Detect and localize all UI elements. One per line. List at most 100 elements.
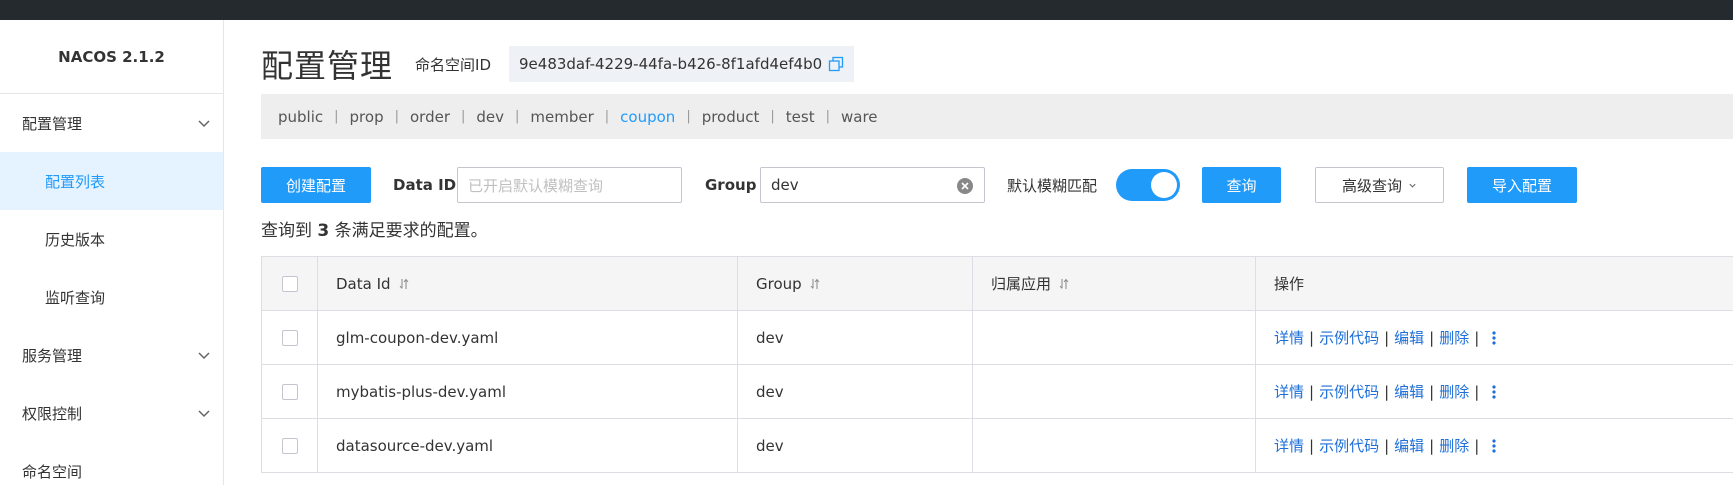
namespace-tab-test[interactable]: test bbox=[786, 108, 815, 126]
dataid-search-input[interactable]: 已开启默认模糊查询 bbox=[457, 167, 682, 203]
sort-icon[interactable] bbox=[810, 278, 820, 290]
cell-actions: 详情 | 示例代码 | 编辑 | 删除 | bbox=[1256, 365, 1733, 418]
advanced-query-button[interactable]: 高级查询 bbox=[1315, 167, 1444, 203]
header-group[interactable]: Group bbox=[738, 257, 973, 310]
fuzzy-match-toggle[interactable] bbox=[1116, 169, 1180, 201]
namespace-tab-order[interactable]: order bbox=[410, 108, 450, 126]
delete-link[interactable]: 删除 bbox=[1439, 327, 1469, 348]
action-separator: | bbox=[1309, 382, 1315, 401]
cell-actions: 详情 | 示例代码 | 编辑 | 删除 | bbox=[1256, 419, 1733, 472]
header-dataid[interactable]: Data Id bbox=[318, 257, 738, 310]
delete-link[interactable]: 删除 bbox=[1439, 435, 1469, 456]
namespace-id-value: 9e483daf-4229-44fa-b426-8f1afd4ef4b0 bbox=[519, 55, 823, 73]
query-result-text: 查询到 3 条满足要求的配置。 bbox=[261, 216, 488, 241]
sidebar-group-label: 权限控制 bbox=[22, 404, 83, 423]
cell-dataid: glm-coupon-dev.yaml bbox=[318, 311, 738, 364]
detail-link[interactable]: 详情 bbox=[1274, 435, 1304, 456]
action-separator: | bbox=[1474, 436, 1480, 455]
row-checkbox[interactable] bbox=[281, 329, 298, 346]
toggle-knob bbox=[1151, 172, 1177, 198]
more-vertical-icon[interactable] bbox=[1492, 330, 1496, 345]
select-all-checkbox[interactable] bbox=[281, 275, 298, 292]
cell-group: dev bbox=[738, 311, 973, 364]
sample-code-link[interactable]: 示例代码 bbox=[1319, 435, 1379, 456]
sidebar-item-history[interactable]: 历史版本 bbox=[0, 210, 223, 268]
top-bar bbox=[0, 0, 1733, 20]
action-separator: | bbox=[1429, 436, 1435, 455]
edit-link[interactable]: 编辑 bbox=[1394, 327, 1424, 348]
brand-logo: NACOS 2.1.2 bbox=[0, 20, 223, 94]
config-table: Data Id Group 归属应用 操作 glm-coupon-dev.yam… bbox=[261, 256, 1733, 473]
namespace-separator: | bbox=[770, 109, 775, 124]
cell-dataid: mybatis-plus-dev.yaml bbox=[318, 365, 738, 418]
sidebar: NACOS 2.1.2 配置管理 配置列表 历史版本 监听查询 服务管理 权限控… bbox=[0, 20, 224, 485]
sidebar-group-service[interactable]: 服务管理 bbox=[0, 326, 223, 384]
namespace-tab-member[interactable]: member bbox=[530, 108, 593, 126]
create-config-button[interactable]: 创建配置 bbox=[261, 167, 371, 203]
sort-icon[interactable] bbox=[1059, 278, 1069, 290]
namespace-tab-prop[interactable]: prop bbox=[350, 108, 384, 126]
namespace-tab-dev[interactable]: dev bbox=[476, 108, 504, 126]
header-label: 操作 bbox=[1274, 275, 1305, 293]
namespace-tab-public[interactable]: public bbox=[278, 108, 323, 126]
namespace-separator: | bbox=[334, 109, 339, 124]
group-input[interactable]: dev bbox=[760, 167, 985, 203]
clear-icon[interactable] bbox=[956, 177, 974, 195]
action-separator: | bbox=[1384, 382, 1390, 401]
sample-code-link[interactable]: 示例代码 bbox=[1319, 381, 1379, 402]
chevron-down-icon bbox=[198, 410, 210, 418]
namespace-separator: | bbox=[394, 109, 399, 124]
sample-code-link[interactable]: 示例代码 bbox=[1319, 327, 1379, 348]
edit-link[interactable]: 编辑 bbox=[1394, 435, 1424, 456]
cell-dataid: datasource-dev.yaml bbox=[318, 419, 738, 472]
search-toolbar: 创建配置 Data ID 已开启默认模糊查询 Group dev 默认模糊匹配 … bbox=[261, 167, 1733, 203]
header-label: Data Id bbox=[336, 274, 391, 293]
row-checkbox-cell bbox=[261, 311, 318, 364]
row-checkbox-cell bbox=[261, 419, 318, 472]
action-separator: | bbox=[1384, 436, 1390, 455]
table-header-row: Data Id Group 归属应用 操作 bbox=[261, 257, 1733, 311]
more-vertical-icon[interactable] bbox=[1492, 384, 1496, 399]
chevron-down-icon bbox=[198, 120, 210, 128]
header-checkbox-cell bbox=[261, 257, 318, 310]
sidebar-group-auth[interactable]: 权限控制 bbox=[0, 384, 223, 442]
sidebar-item-listener[interactable]: 监听查询 bbox=[0, 268, 223, 326]
page-title: 配置管理 bbox=[261, 47, 394, 85]
namespace-tab-product[interactable]: product bbox=[702, 108, 760, 126]
result-prefix: 查询到 bbox=[261, 221, 318, 241]
import-config-button[interactable]: 导入配置 bbox=[1467, 167, 1577, 203]
namespace-tab-ware[interactable]: ware bbox=[841, 108, 878, 126]
row-checkbox[interactable] bbox=[281, 383, 298, 400]
table-row: datasource-dev.yaml dev 详情 | 示例代码 | 编辑 | 删除… bbox=[261, 419, 1733, 473]
sort-icon[interactable] bbox=[399, 278, 409, 290]
action-separator: | bbox=[1309, 328, 1315, 347]
sidebar-item-config-list[interactable]: 配置列表 bbox=[0, 152, 223, 210]
header-app[interactable]: 归属应用 bbox=[973, 257, 1256, 310]
dataid-label: Data ID bbox=[393, 176, 457, 194]
sidebar-group-label: 命名空间 bbox=[22, 462, 83, 481]
namespace-id-label: 命名空间ID bbox=[415, 55, 491, 74]
query-button[interactable]: 查询 bbox=[1202, 167, 1281, 203]
cell-app bbox=[973, 365, 1256, 418]
copy-icon[interactable] bbox=[828, 56, 844, 72]
chevron-down-icon bbox=[1409, 183, 1416, 188]
sidebar-group-config[interactable]: 配置管理 bbox=[0, 94, 223, 152]
action-separator: | bbox=[1474, 328, 1480, 347]
action-separator: | bbox=[1384, 328, 1390, 347]
more-vertical-icon[interactable] bbox=[1492, 438, 1496, 453]
action-separator: | bbox=[1309, 436, 1315, 455]
cell-actions: 详情 | 示例代码 | 编辑 | 删除 | bbox=[1256, 311, 1733, 364]
sidebar-group-label: 配置管理 bbox=[22, 114, 83, 133]
detail-link[interactable]: 详情 bbox=[1274, 327, 1304, 348]
action-separator: | bbox=[1474, 382, 1480, 401]
group-label: Group bbox=[705, 176, 757, 194]
table-row: glm-coupon-dev.yaml dev 详情 | 示例代码 | 编辑 | 删除… bbox=[261, 311, 1733, 365]
sidebar-group-namespace[interactable]: 命名空间 bbox=[0, 442, 223, 485]
namespace-tab-coupon[interactable]: coupon bbox=[620, 108, 675, 126]
header-label: 归属应用 bbox=[991, 275, 1052, 293]
delete-link[interactable]: 删除 bbox=[1439, 381, 1469, 402]
detail-link[interactable]: 详情 bbox=[1274, 381, 1304, 402]
row-checkbox[interactable] bbox=[281, 437, 298, 454]
sidebar-group-label: 服务管理 bbox=[22, 346, 83, 365]
edit-link[interactable]: 编辑 bbox=[1394, 381, 1424, 402]
